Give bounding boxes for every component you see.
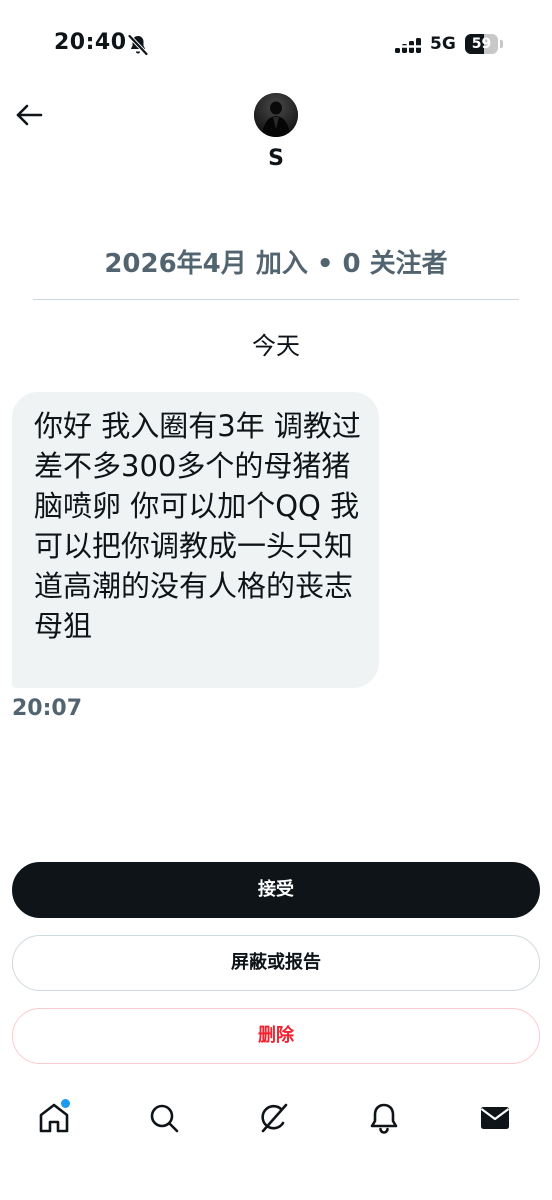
message-bubble[interactable]: 你好 我入圈有3年 调教过差不多300多个的母猪猪脑喷卵 你可以加个QQ 我可以… [12, 392, 379, 688]
network-type: 5G [430, 34, 456, 54]
back-button[interactable] [10, 96, 48, 134]
tab-grok[interactable] [254, 1098, 294, 1138]
battery-level: 59 [471, 36, 492, 52]
bottom-tab-bar [0, 1088, 552, 1150]
search-icon [150, 1104, 179, 1133]
tab-notifications[interactable] [364, 1098, 404, 1138]
block-or-report-button[interactable]: 屏蔽或报告 [12, 935, 540, 991]
tab-messages[interactable] [475, 1098, 515, 1138]
notification-dot [61, 1099, 70, 1108]
divider [33, 299, 519, 300]
status-bar: 20:40 5G 59 [0, 0, 552, 90]
date-separator: 今天 [252, 332, 300, 360]
bell-icon [370, 1103, 398, 1134]
avatar[interactable] [254, 93, 298, 137]
tab-search[interactable] [144, 1098, 184, 1138]
delete-button[interactable]: 删除 [12, 1008, 540, 1064]
tab-home[interactable] [34, 1098, 74, 1138]
mail-icon [480, 1107, 510, 1129]
message-text: 你好 我入圈有3年 调教过差不多300多个的母猪猪脑喷卵 你可以加个QQ 我可以… [34, 409, 361, 643]
bell-slash-icon [126, 33, 150, 57]
status-time: 20:40 [54, 30, 127, 55]
grok-icon [261, 1103, 288, 1133]
signal-dots-icon [394, 37, 424, 55]
message-timestamp: 20:07 [12, 696, 83, 721]
battery-icon: 59 [465, 34, 505, 54]
contact-name[interactable]: S [0, 146, 552, 171]
arrow-left-icon [16, 104, 43, 126]
accept-button[interactable]: 接受 [12, 862, 540, 918]
contact-avatar-image [254, 93, 298, 137]
profile-meta: 2026年4月 加入 • 0 关注者 [104, 249, 448, 279]
